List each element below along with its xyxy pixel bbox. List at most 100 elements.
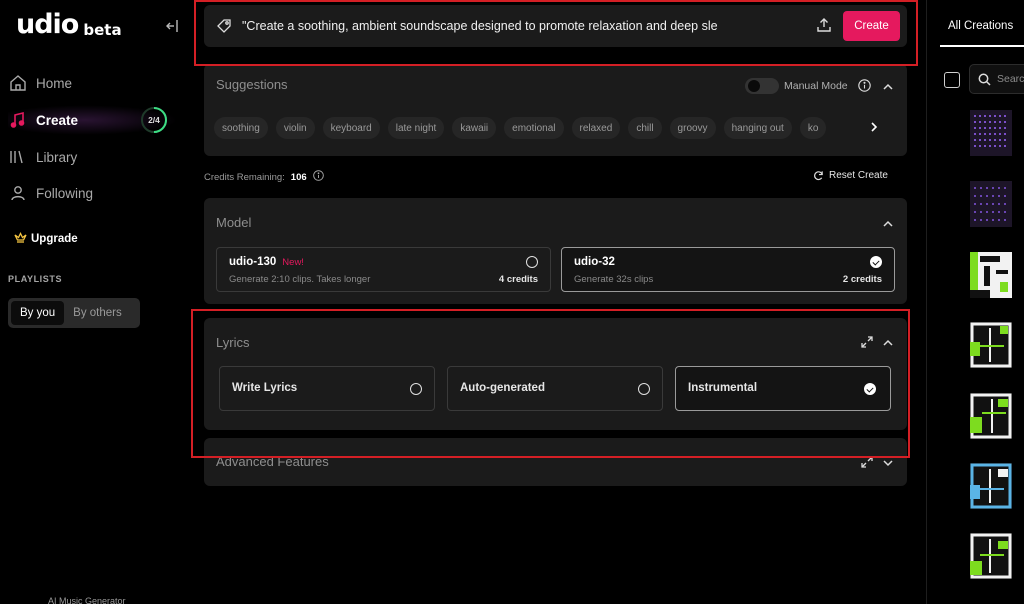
suggestions-title: Suggestions [216, 77, 288, 92]
lyrics-option-label: Instrumental [688, 382, 758, 394]
upload-icon[interactable] [816, 17, 834, 35]
manual-mode-label: Manual Mode [784, 80, 848, 92]
model-option-name: udio-32 [574, 256, 615, 268]
credits-remaining: Credits Remaining: 106 [204, 170, 324, 184]
suggestion-chip[interactable]: soothing [214, 117, 268, 139]
info-icon[interactable] [858, 79, 871, 92]
lyrics-option-label: Auto-generated [460, 382, 545, 394]
suggestion-chip[interactable]: late night [387, 117, 445, 139]
chevron-down-icon[interactable] [882, 456, 894, 468]
suggestion-chip[interactable]: groovy [669, 117, 716, 139]
upgrade-label: Upgrade [31, 233, 78, 245]
expand-icon[interactable] [861, 455, 873, 468]
model-title: Model [216, 215, 252, 230]
creation-thumbnail[interactable] [970, 533, 1012, 579]
model-option-desc: Generate 2:10 clips. Takes longer [229, 274, 371, 285]
logo-text: udio [16, 9, 79, 40]
radio-unselected-icon[interactable] [638, 383, 650, 395]
tab-all-creations[interactable]: All Creations [948, 20, 1013, 32]
playlists-heading: PLAYLISTS [8, 274, 63, 284]
lyrics-option-label: Write Lyrics [232, 382, 298, 394]
creation-thumbnail[interactable] [970, 463, 1012, 509]
lyrics-title: Lyrics [216, 335, 250, 350]
active-tab-underline [940, 45, 1024, 47]
model-option-cost: 2 credits [842, 274, 882, 285]
home-icon [8, 73, 28, 93]
select-all-checkbox[interactable] [944, 72, 960, 88]
radio-checked-icon[interactable] [864, 383, 876, 395]
person-icon [8, 183, 28, 203]
creation-thumbnail[interactable] [970, 252, 1012, 298]
radio-checked-icon[interactable] [870, 256, 882, 268]
suggestion-chip[interactable]: kawaii [452, 117, 497, 139]
playlist-filter: By you By others [8, 298, 140, 328]
model-option-udio-130[interactable]: udio-130 New! Generate 2:10 clips. Takes … [216, 247, 551, 292]
suggestion-chip[interactable]: emotional [504, 117, 564, 139]
suggestion-chip[interactable]: hanging out [723, 117, 792, 139]
library-icon [8, 147, 28, 167]
chevron-up-icon[interactable] [882, 217, 894, 229]
prompt-bar: "Create a soothing, ambient soundscape d… [204, 5, 907, 47]
footer-tagline: AI Music Generator [48, 596, 126, 604]
sidebar-item-library[interactable]: Library [8, 142, 178, 172]
sidebar-item-label: Library [36, 149, 78, 165]
upgrade-button[interactable]: Upgrade [14, 232, 78, 246]
lyrics-option-auto[interactable]: Auto-generated [447, 366, 663, 411]
sidebar-item-create[interactable]: Create 2/4 [8, 105, 178, 135]
suggestion-chip[interactable]: violin [275, 117, 315, 139]
reset-create-button[interactable]: Reset Create [813, 170, 888, 181]
suggestion-chip[interactable]: ko [799, 117, 827, 139]
creations-search-input[interactable]: Search [969, 64, 1024, 94]
suggestions-panel: Suggestions Manual Mode soothing violin … [204, 64, 907, 156]
sidebar-item-label: Following [36, 185, 94, 201]
model-option-desc: Generate 32s clips [574, 274, 654, 285]
creation-thumbnail[interactable] [970, 322, 1012, 368]
expand-icon[interactable] [861, 335, 873, 348]
collapse-sidebar-icon[interactable] [163, 17, 181, 35]
radio-unselected-icon[interactable] [410, 383, 422, 395]
create-button[interactable]: Create [843, 11, 900, 41]
chevron-right-icon[interactable] [867, 120, 881, 134]
suggestion-chip[interactable]: relaxed [571, 117, 621, 139]
search-placeholder: Search [997, 73, 1024, 85]
suggestion-chip[interactable]: chill [628, 117, 662, 139]
logo[interactable]: udio beta [16, 10, 122, 40]
creation-thumbnail[interactable] [970, 393, 1012, 439]
suggestion-chips: soothing violin keyboard late night kawa… [214, 117, 874, 139]
credits-label: Credits Remaining: [204, 171, 285, 183]
tag-icon[interactable] [216, 18, 232, 34]
info-icon[interactable] [312, 170, 324, 184]
model-option-cost: 4 credits [498, 274, 538, 285]
chevron-up-icon[interactable] [882, 336, 894, 348]
chevron-up-icon[interactable] [882, 80, 894, 92]
tab-by-others[interactable]: By others [64, 301, 131, 325]
credits-value: 106 [290, 171, 307, 183]
music-note-icon [8, 110, 28, 130]
advanced-panel[interactable]: Advanced Features [204, 438, 907, 486]
sidebar-item-home[interactable]: Home [8, 68, 178, 98]
new-badge: New! [282, 257, 304, 268]
prompt-input[interactable]: "Create a soothing, ambient soundscape d… [242, 19, 782, 33]
sidebar-item-label: Create [36, 112, 79, 128]
radio-unselected-icon[interactable] [526, 256, 538, 268]
search-icon [978, 73, 991, 86]
advanced-title: Advanced Features [216, 454, 329, 469]
model-option-udio-32[interactable]: udio-32 Generate 32s clips 2 credits [561, 247, 895, 292]
create-progress-ring: 2/4 [140, 106, 168, 134]
model-option-name: udio-130 New! [229, 256, 304, 268]
creation-thumbnail[interactable] [970, 110, 1012, 156]
manual-mode-toggle[interactable] [745, 78, 779, 94]
tab-by-you[interactable]: By you [11, 301, 65, 325]
crown-icon [14, 232, 27, 246]
creation-thumbnail[interactable] [970, 181, 1012, 227]
logo-badge: beta [83, 21, 122, 39]
suggestion-chip[interactable]: keyboard [322, 117, 380, 139]
lyrics-option-write[interactable]: Write Lyrics [219, 366, 435, 411]
model-panel: Model udio-130 New! Generate 2:10 clips. … [204, 198, 907, 304]
right-panel-divider [926, 0, 927, 604]
progress-count: 2/4 [148, 115, 160, 125]
sidebar-item-label: Home [36, 75, 73, 91]
sidebar: udio beta Home Create 2/4 Library Follow… [0, 0, 190, 604]
lyrics-option-instrumental[interactable]: Instrumental [675, 366, 891, 411]
sidebar-item-following[interactable]: Following [8, 178, 178, 208]
